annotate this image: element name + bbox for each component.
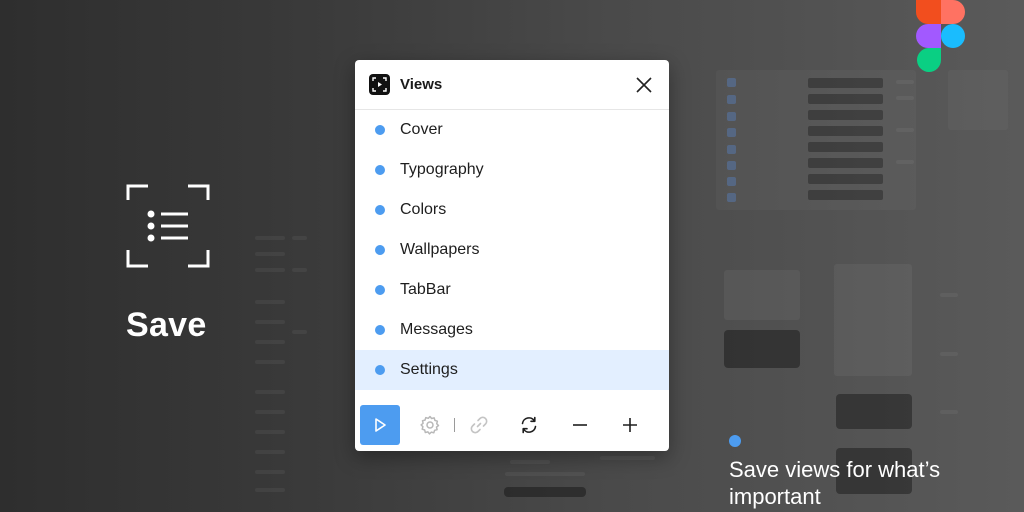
play-icon [375, 418, 386, 432]
view-dot [375, 365, 385, 375]
view-item-messages[interactable]: Messages [355, 310, 669, 350]
play-button[interactable] [360, 405, 400, 445]
sync-button[interactable] [509, 405, 549, 445]
view-label: Typography [400, 161, 484, 178]
caption-dot [729, 435, 741, 447]
view-item-colors[interactable]: Colors [355, 190, 669, 230]
plus-icon [623, 418, 637, 432]
view-item-typography[interactable]: Typography [355, 150, 669, 190]
view-dot [375, 245, 385, 255]
close-icon [636, 77, 652, 93]
view-item-cover[interactable]: Cover [355, 110, 669, 150]
view-label: Wallpapers [400, 241, 480, 258]
views-list-icon [126, 184, 210, 268]
view-label: Cover [400, 121, 443, 138]
figma-logo-icon [916, 0, 966, 72]
view-label: Settings [400, 361, 458, 378]
toolbar-separator [454, 418, 455, 432]
dialog-title: Views [400, 76, 443, 93]
sync-icon [521, 416, 537, 434]
view-dot [375, 125, 385, 135]
view-label: TabBar [400, 281, 451, 298]
views-list: Cover Typography Colors Wallpapers TabBa… [355, 110, 669, 390]
minus-icon [573, 424, 587, 426]
views-app-icon [369, 74, 390, 95]
link-icon [470, 416, 488, 434]
view-item-settings[interactable]: Settings [355, 350, 669, 390]
view-dot [375, 285, 385, 295]
zoom-out-button[interactable] [560, 405, 600, 445]
view-item-tabbar[interactable]: TabBar [355, 270, 669, 310]
view-label: Messages [400, 321, 473, 338]
settings-icon [420, 415, 440, 435]
view-dot [375, 165, 385, 175]
link-button[interactable] [459, 405, 499, 445]
view-item-wallpapers[interactable]: Wallpapers [355, 230, 669, 270]
settings-button[interactable] [410, 405, 450, 445]
dialog-header: Views [355, 60, 669, 110]
close-button[interactable] [633, 74, 655, 96]
zoom-in-button[interactable] [610, 405, 650, 445]
view-label: Colors [400, 201, 447, 218]
caption-text: Save views for what’s important [729, 457, 941, 509]
view-dot [375, 205, 385, 215]
dialog-toolbar [355, 399, 669, 451]
views-dialog: Views Cover Typography Colors Wallpapers… [355, 60, 669, 451]
hero-title: Save [126, 306, 207, 344]
view-dot [375, 325, 385, 335]
